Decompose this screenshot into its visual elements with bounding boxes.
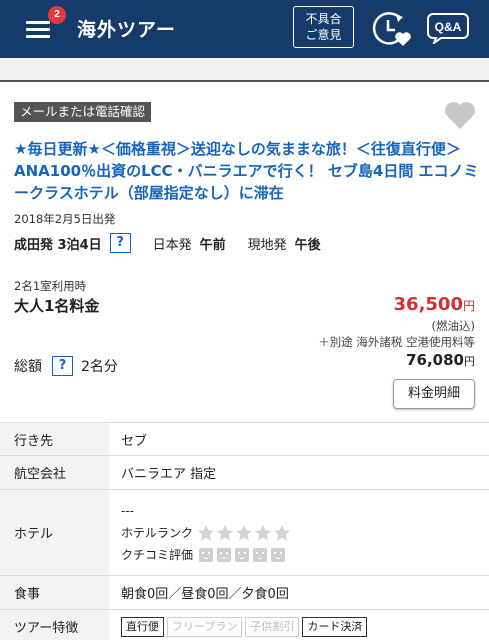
destination-value: セブ [121, 433, 148, 449]
favorite-button[interactable] [444, 100, 476, 130]
review-face-icon [199, 547, 214, 562]
hamburger-icon-bar [26, 35, 50, 38]
qa-button[interactable]: Q&A [427, 12, 469, 46]
total-help-button[interactable]: ? [52, 356, 73, 376]
local-departure-time: 午後 [294, 237, 321, 253]
star-icon [235, 524, 253, 541]
review-row: クチコミ評価 [121, 544, 289, 566]
trip-summary: 成田発 3泊4日 ? 日本発 午前 現地発 午後 [14, 233, 321, 253]
star-icon [254, 524, 272, 541]
review-face-icon [253, 547, 268, 562]
adult-price-value: 36,500 [393, 294, 463, 315]
room-usage-note: 2名1室利用時 [14, 279, 87, 293]
review-face-icon [217, 547, 232, 562]
table-row: ツアー特徴 直行便 フリープラン 子供割引 カード決済 [0, 610, 489, 640]
features-list: 直行便 フリープラン 子供割引 カード決済 [109, 610, 489, 640]
table-row: 行き先 セブ [0, 423, 489, 456]
review-face-icon [271, 547, 286, 562]
hotel-rank-row: ホテルランク [121, 522, 292, 544]
table-row: 航空会社 バニラエア 指定 [0, 456, 489, 490]
airline-label: 航空会社 [0, 456, 109, 489]
hamburger-icon [26, 21, 50, 24]
qa-label: Q&A [435, 20, 462, 34]
feature-tag: 子供割引 [245, 616, 300, 637]
qa-bubble-icon: Q&A [427, 13, 469, 46]
feature-tag: フリープラン [167, 616, 243, 637]
heart-icon [444, 101, 476, 129]
total-people: 2名分 [81, 359, 118, 375]
meals-value: 朝食0回／昼食0回／夕食0回 [121, 587, 289, 602]
adult-price: 36,500円 [394, 294, 475, 315]
departure-date: 2018年2月5日出発 [14, 212, 116, 226]
fuel-surcharge-note: (燃油込) [431, 319, 475, 333]
star-icon [197, 524, 215, 541]
total-price-value: 76,080 [406, 351, 464, 369]
trip-help-button[interactable]: ? [109, 233, 131, 253]
destination-label: 行き先 [0, 423, 109, 455]
tax-note: ＋別途 海外諸税 空港使用料等 [318, 335, 475, 349]
total-label: 総額 [14, 359, 42, 375]
total-label-row: 総額 ? 2名分 [14, 356, 118, 376]
header-divider [0, 58, 489, 82]
tour-info-table: 行き先 セブ 航空会社 バニラエア 指定 ホテル --- ホテルランク クチコミ… [0, 422, 489, 640]
airline-value: バニラエア 指定 [121, 467, 217, 482]
review-face-icon [235, 547, 250, 562]
meals-label: 食事 [0, 576, 109, 609]
feature-tag: カード決済 [302, 616, 368, 637]
total-price: 76,080円 [406, 351, 475, 369]
star-icon [216, 524, 234, 541]
features-label: ツアー特徴 [0, 610, 109, 640]
hotel-cell: --- ホテルランク クチコミ評価 [109, 490, 489, 575]
hotel-rank-stars [197, 524, 292, 542]
table-row: 食事 朝食0回／昼食0回／夕食0回 [0, 576, 489, 610]
hotel-name: --- [121, 503, 134, 518]
yen-unit: 円 [462, 299, 475, 313]
app-title: 海外ツアー [77, 19, 176, 41]
review-score-icons [199, 547, 289, 562]
feedback-label-line1: 不具合 [305, 12, 342, 26]
local-departure-label: 現地発 [247, 237, 287, 253]
tour-title-link[interactable]: ★毎日更新★＜価格重視＞送迎なしの気ままな旅！＜往復直行便＞ANA100％出資の… [14, 138, 480, 204]
confirmation-tag: メールまたは電話確認 [14, 102, 152, 122]
app-header: 2 海外ツアー 不具合 ご意見 Q&A [0, 0, 489, 58]
table-row: ホテル --- ホテルランク クチコミ評価 [0, 490, 489, 576]
hamburger-icon-bar [26, 28, 50, 31]
feedback-label-line2: ご意見 [305, 28, 342, 42]
notification-badge: 2 [48, 6, 66, 24]
price-detail-button[interactable]: 料金明細 [393, 379, 475, 409]
adult-price-label: 大人1名料金 [14, 297, 100, 315]
hotel-label: ホテル [0, 490, 109, 575]
hotel-rank-label: ホテルランク [121, 526, 194, 540]
clock-heart-icon [372, 12, 411, 46]
total-yen-unit: 円 [464, 355, 475, 368]
history-favorite-button[interactable] [370, 8, 414, 50]
origin-days: 成田発 3泊4日 [14, 237, 102, 253]
japan-departure-label: 日本発 [152, 237, 192, 253]
review-label: クチコミ評価 [121, 548, 194, 562]
japan-departure-time: 午前 [199, 237, 226, 253]
star-icon [273, 524, 291, 541]
feature-tag: 直行便 [121, 616, 164, 637]
feedback-button[interactable]: 不具合 ご意見 [293, 6, 354, 48]
